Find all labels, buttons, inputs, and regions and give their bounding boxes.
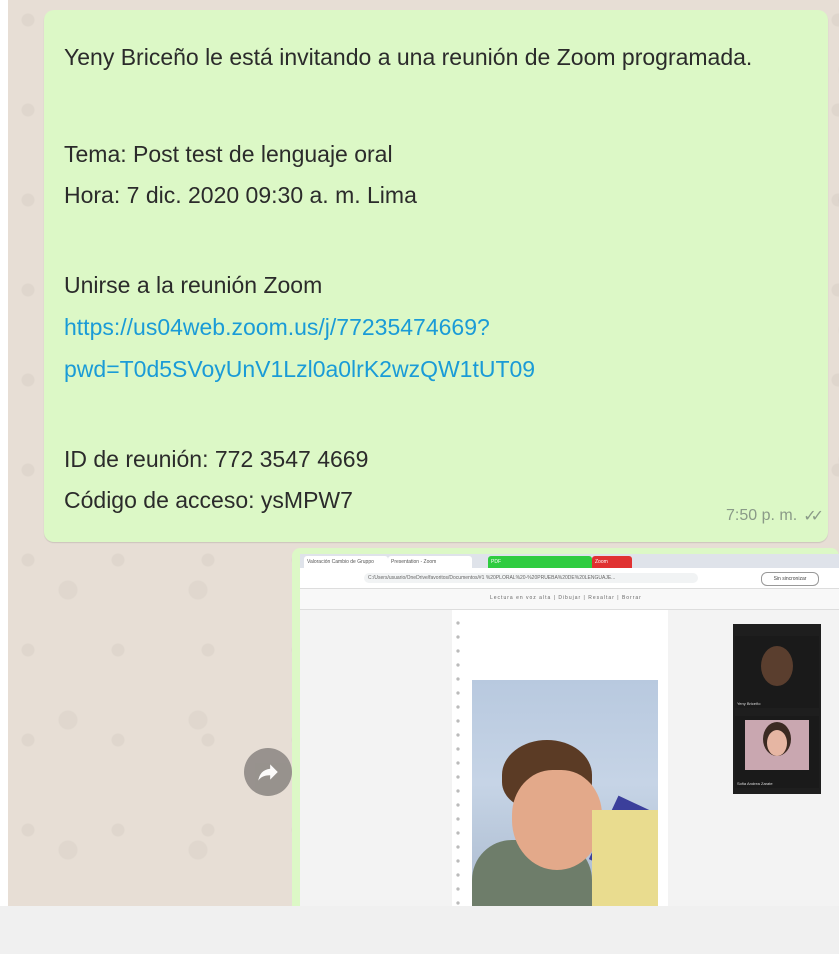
embedded-screenshot[interactable]: Valoración Cambio de Gruppo Presentation… [300, 554, 839, 906]
pdf-toolbar: Lectura en voz alta | Dibujar | Resaltar… [300, 589, 839, 610]
message-bubble[interactable]: Yeny Briceño le está invitando a una reu… [44, 10, 828, 542]
browser-tab: Presentation - Zoom [388, 556, 472, 568]
chat-area: Yeny Briceño le está invitando a una reu… [8, 0, 839, 906]
address-url: C:/Users/usuario/OneDrive/favoritos/Docu… [364, 573, 698, 583]
pdf-page [452, 610, 668, 906]
composer-field[interactable] [8, 906, 826, 954]
message-timestamp: 7:50 p. m. [726, 507, 798, 524]
meeting-id-text: ID de reunión: 772 3547 4669 [64, 446, 369, 472]
participant-video: Yeny Briceño [735, 636, 819, 708]
browser-tab: PDF [488, 556, 592, 568]
access-code-text: Código de acceso: ysMPW7 [64, 487, 353, 513]
video-panel: Yeny Briceño Sofia Andrea Zarate [733, 624, 821, 794]
topic-text: Tema: Post test de lenguaje oral [64, 141, 393, 167]
participant-video: Sofia Andrea Zarate [735, 716, 819, 788]
participant-name: Sofia Andrea Zarate [737, 781, 773, 786]
time-text: Hora: 7 dic. 2020 09:30 a. m. Lima [64, 182, 417, 208]
browser-tab-bar: Valoración Cambio de Gruppo Presentation… [300, 554, 839, 568]
forward-button[interactable] [244, 748, 292, 796]
child-photo [472, 680, 658, 906]
image-message[interactable]: Valoración Cambio de Gruppo Presentation… [292, 548, 839, 906]
pdf-tools: Lectura en voz alta | Dibujar | Resaltar… [490, 595, 642, 601]
profile-button: Sin sincronizar [761, 572, 819, 586]
binder-holes [454, 616, 462, 906]
participant-name: Yeny Briceño [737, 701, 761, 706]
forward-arrow-icon [258, 764, 278, 781]
composer-area [0, 906, 839, 954]
browser-address-bar: C:/Users/usuario/OneDrive/favoritos/Docu… [300, 568, 839, 589]
message-meta: 7:50 p. m. ✓✓ [726, 506, 824, 526]
invite-text: Yeny Briceño le está invitando a una reu… [64, 44, 753, 70]
browser-tab: Zoom [592, 556, 632, 568]
double-check-read-icon: ✓✓ [803, 508, 824, 525]
meeting-link-line-1[interactable]: https://us04web.zoom.us/j/77235474669? [64, 314, 490, 341]
join-label: Unirse a la reunión Zoom [64, 272, 323, 298]
browser-tab: Valoración Cambio de Gruppo [304, 556, 388, 568]
meeting-link-line-2[interactable]: pwd=T0d5SVoyUnV1Lzl0a0lrK2wzQW1tUT09 [64, 356, 535, 383]
